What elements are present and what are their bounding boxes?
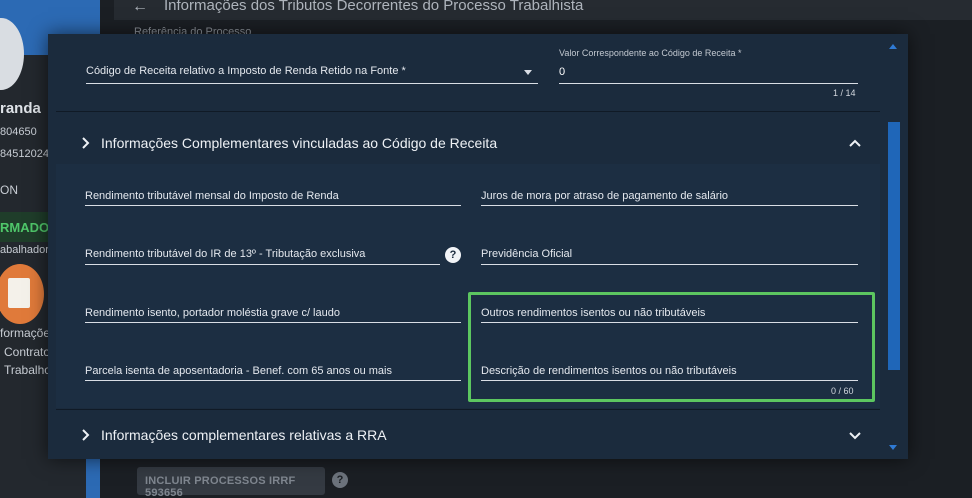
back-arrow-icon[interactable]: ← [132, 0, 148, 16]
chevron-down-icon[interactable] [848, 428, 862, 442]
juros-mora-field[interactable]: Juros de mora por atraso de pagamento de… [481, 186, 858, 206]
valor-receita-label: Valor Correspondente ao Código de Receit… [559, 48, 742, 58]
rendimento-13-label: Rendimento tributável do IR de 13º - Tri… [85, 248, 366, 260]
chevron-right-icon [82, 137, 90, 149]
sidebar-label-on: ON [0, 183, 18, 197]
include-processos-button[interactable]: INCLUIR PROCESSOS IRRF 593656 [137, 467, 325, 498]
page-title: Informações dos Tributos Decorrentes do … [164, 0, 584, 14]
sidebar-tab [86, 458, 100, 498]
rendimento-13-field[interactable]: Rendimento tributável do IR de 13º - Tri… [85, 245, 440, 265]
sidebar-label-trabalhador: abalhador [0, 244, 49, 256]
scrollbar-thumb[interactable] [888, 122, 900, 370]
sidebar-snippet-2: Contrato [4, 345, 51, 359]
valor-receita-field[interactable]: Valor Correspondente ao Código de Receit… [559, 48, 858, 84]
sidebar-name: randa [0, 100, 41, 117]
codigo-receita-label: Código de Receita relativo a Imposto de … [86, 65, 406, 77]
scroll-up-icon[interactable] [889, 44, 897, 49]
section-divider [56, 111, 880, 112]
previdencia-label: Previdência Oficial [481, 248, 573, 260]
status-text: RMADO [0, 220, 50, 235]
rendimento-mensal-field[interactable]: Rendimento tributável mensal do Imposto … [85, 186, 461, 206]
field-underline [481, 205, 858, 206]
page-header: ← Informações dos Tributos Decorrentes d… [114, 0, 972, 20]
field-underline [481, 264, 858, 265]
juros-mora-label: Juros de mora por atraso de pagamento de… [481, 190, 729, 202]
parcela-aposentadoria-label: Parcela isenta de aposentadoria - Benef.… [85, 365, 392, 377]
sidebar-number-2: 84512024 [0, 148, 49, 160]
sidebar-number-1: 804650 [0, 126, 37, 138]
molestia-grave-label: Rendimento isento, portador moléstia gra… [85, 307, 340, 319]
valor-receita-counter: 1 / 14 [833, 88, 856, 98]
parcela-aposentadoria-field[interactable]: Parcela isenta de aposentadoria - Benef.… [85, 361, 461, 381]
section-divider [56, 409, 880, 410]
previdencia-field[interactable]: Previdência Oficial [481, 245, 858, 265]
field-underline [86, 83, 538, 84]
sidebar-snippet-3: Trabalho [4, 363, 51, 377]
dialog-scrollbar[interactable] [886, 40, 902, 452]
field-underline [85, 322, 461, 323]
scroll-down-icon[interactable] [889, 445, 897, 450]
molestia-grave-field[interactable]: Rendimento isento, portador moléstia gra… [85, 303, 461, 323]
field-underline [85, 380, 461, 381]
section-complementares-title: Informações Complementares vinculadas ao… [101, 135, 498, 151]
section-rra-title: Informações complementares relativas a R… [101, 427, 387, 443]
section-rra-header[interactable]: Informações complementares relativas a R… [56, 412, 880, 458]
highlight-box [468, 292, 875, 402]
help-icon[interactable]: ? [332, 472, 348, 488]
tributos-dialog: Código de Receita relativo a Imposto de … [48, 34, 908, 459]
valor-receita-value[interactable]: 0 [559, 66, 565, 78]
chevron-down-icon[interactable] [524, 70, 532, 75]
chevron-right-icon [82, 429, 90, 441]
chevron-up-icon[interactable] [848, 136, 862, 150]
help-icon[interactable]: ? [445, 247, 461, 263]
rendimento-mensal-label: Rendimento tributável mensal do Imposto … [85, 190, 339, 202]
codigo-receita-select[interactable]: Código de Receita relativo a Imposto de … [86, 62, 538, 84]
field-underline [85, 264, 440, 265]
field-underline [85, 205, 461, 206]
section-complementares-header[interactable]: Informações Complementares vinculadas ao… [56, 120, 880, 166]
field-underline [559, 83, 858, 84]
